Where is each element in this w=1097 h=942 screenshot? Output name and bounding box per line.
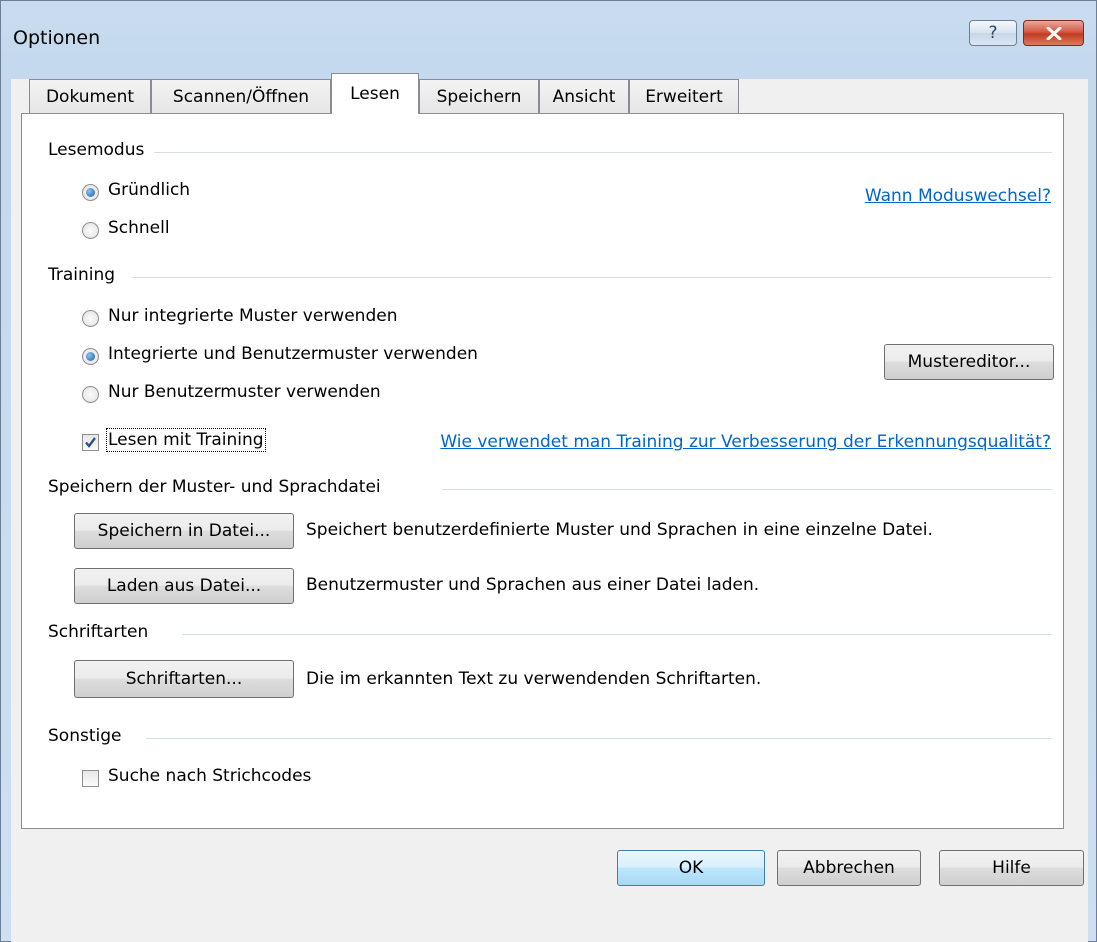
- checkbox-lesen-mit-training[interactable]: [82, 434, 99, 451]
- tab-panel-lesen: Lesemodus Gründlich Schnell Wann Moduswe…: [21, 113, 1064, 829]
- group-title-sonstige: Sonstige: [48, 726, 132, 746]
- options-dialog: Optionen ? Dokument Scannen/Öffnen Lesen…: [0, 0, 1097, 942]
- tab-ansicht[interactable]: Ansicht: [539, 79, 629, 113]
- tab-scannen-oeffnen[interactable]: Scannen/Öffnen: [151, 79, 331, 113]
- close-icon: [1046, 27, 1062, 40]
- link-wann-moduswechsel[interactable]: Wann Moduswechsel?: [865, 186, 1051, 206]
- checkbox-label-strichcodes[interactable]: Suche nach Strichcodes: [108, 766, 311, 786]
- tab-erweitert[interactable]: Erweitert: [629, 79, 739, 113]
- laden-aus-datei-description: Benutzermuster und Sprachen aus einer Da…: [306, 575, 760, 595]
- group-divider: [442, 489, 1052, 490]
- tab-speichern[interactable]: Speichern: [419, 79, 539, 113]
- radio-label-schnell[interactable]: Schnell: [108, 218, 170, 238]
- radio-label-nur-integrierte[interactable]: Nur integrierte Muster verwenden: [108, 306, 397, 326]
- radio-schnell[interactable]: [82, 222, 99, 239]
- speichern-in-datei-description: Speichert benutzerdefinierte Muster und …: [306, 520, 933, 540]
- speichern-in-datei-button[interactable]: Speichern in Datei...: [74, 513, 294, 549]
- ok-button[interactable]: OK: [617, 850, 765, 886]
- group-title-lesemodus: Lesemodus: [48, 140, 155, 160]
- group-divider: [146, 738, 1052, 739]
- radio-integrierte-und-benutzer[interactable]: [82, 348, 99, 365]
- window-title: Optionen: [13, 27, 101, 49]
- group-title-training: Training: [48, 265, 126, 285]
- laden-aus-datei-button[interactable]: Laden aus Datei...: [74, 568, 294, 604]
- checkmark-icon: [85, 437, 96, 448]
- tab-dokument[interactable]: Dokument: [29, 79, 151, 113]
- group-title-schriftarten: Schriftarten: [48, 622, 159, 642]
- radio-label-integrierte-und-benutzer[interactable]: Integrierte und Benutzermuster verwenden: [108, 344, 478, 364]
- group-divider: [132, 277, 1052, 278]
- radio-label-gruendlich[interactable]: Gründlich: [108, 180, 190, 200]
- link-training-verbesserung[interactable]: Wie verwendet man Training zur Verbesser…: [440, 432, 1051, 452]
- dialog-client-area: Dokument Scannen/Öffnen Lesen Speichern …: [11, 73, 1088, 942]
- title-bar[interactable]: Optionen ?: [1, 1, 1096, 79]
- group-divider: [182, 634, 1052, 635]
- close-button[interactable]: [1023, 20, 1084, 46]
- cancel-button[interactable]: Abbrechen: [777, 850, 921, 886]
- mustereditor-button[interactable]: Mustereditor...: [884, 344, 1054, 380]
- help-button[interactable]: Hilfe: [939, 850, 1084, 886]
- checkbox-label-lesen-mit-training[interactable]: Lesen mit Training: [106, 428, 266, 452]
- group-title-muster-datei: Speichern der Muster- und Sprachdatei: [48, 477, 391, 497]
- radio-label-nur-benutzer[interactable]: Nur Benutzermuster verwenden: [108, 382, 381, 402]
- radio-nur-benutzer[interactable]: [82, 386, 99, 403]
- tab-lesen[interactable]: Lesen: [331, 73, 419, 114]
- group-divider: [152, 152, 1052, 153]
- help-title-button[interactable]: ?: [969, 20, 1017, 46]
- schriftarten-button[interactable]: Schriftarten...: [74, 660, 294, 698]
- checkbox-strichcodes[interactable]: [82, 770, 99, 787]
- schriftarten-description: Die im erkannten Text zu verwendenden Sc…: [306, 669, 762, 689]
- radio-nur-integrierte[interactable]: [82, 310, 99, 327]
- radio-gruendlich[interactable]: [82, 184, 99, 201]
